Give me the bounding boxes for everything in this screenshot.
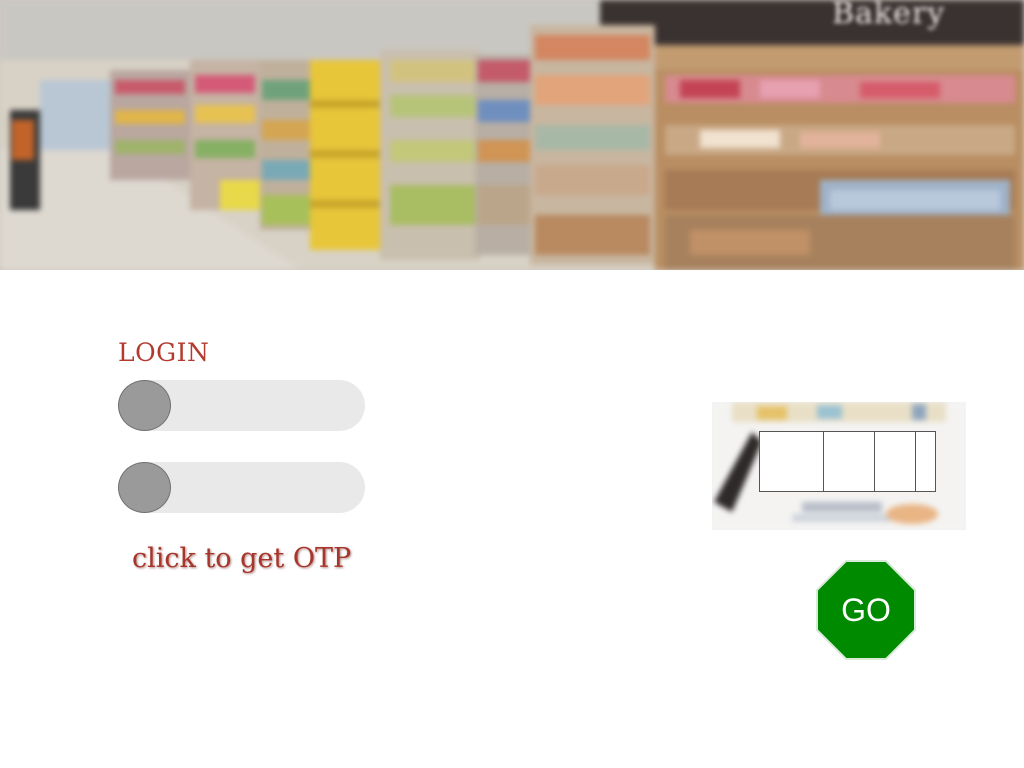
- otp-digit-1[interactable]: [759, 431, 824, 492]
- password-avatar-icon: [118, 462, 171, 513]
- login-title: LOGIN: [118, 338, 210, 367]
- username-field[interactable]: [118, 380, 365, 431]
- username-input[interactable]: [180, 390, 354, 422]
- banner-sign-text: Bakery: [832, 0, 946, 31]
- go-button-label: GO: [841, 592, 891, 628]
- otp-digit-2[interactable]: [823, 431, 875, 492]
- otp-input-group: [759, 431, 936, 492]
- go-button[interactable]: GO: [816, 560, 916, 660]
- password-input[interactable]: [180, 472, 354, 504]
- password-field[interactable]: [118, 462, 365, 513]
- otp-digit-3[interactable]: [874, 431, 916, 492]
- username-avatar-icon: [118, 380, 171, 431]
- supermarket-banner-image: Bakery: [0, 0, 1024, 270]
- otp-digit-4[interactable]: [915, 431, 936, 492]
- get-otp-link[interactable]: click to get OTP: [132, 543, 351, 574]
- login-page: Bakery LOGIN click to get OTP GO: [0, 0, 1024, 768]
